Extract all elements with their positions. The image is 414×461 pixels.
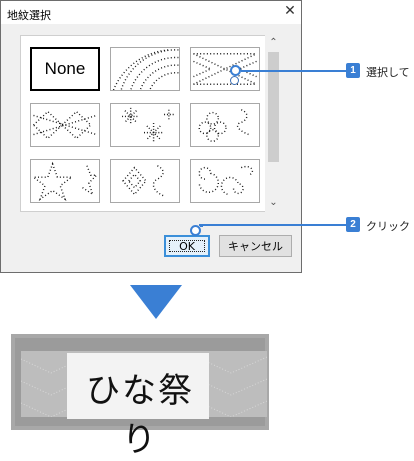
focus-rectangle bbox=[169, 240, 205, 252]
pattern-none[interactable]: None bbox=[30, 47, 100, 91]
scroll-up-icon[interactable]: ⌃ bbox=[267, 37, 280, 49]
cancel-button[interactable]: キャンセル bbox=[219, 235, 292, 257]
callout-1-text: 選択して bbox=[366, 66, 410, 79]
pattern-lattice[interactable] bbox=[110, 159, 180, 203]
ok-button[interactable]: OK bbox=[164, 235, 210, 257]
callout-2-badge: 2 bbox=[346, 217, 360, 232]
result-frame: ひな祭り bbox=[15, 338, 268, 460]
pattern-select-dialog: 地紋選択 ✕ None ⌃ ⌄ OK キャンセル bbox=[0, 0, 302, 273]
pattern-grid: None bbox=[20, 35, 282, 212]
callout-2-text: クリック bbox=[366, 220, 410, 233]
pattern-swirls[interactable] bbox=[190, 159, 260, 203]
down-arrow-icon bbox=[130, 285, 182, 319]
dialog-title: 地紋選択 bbox=[7, 9, 51, 22]
scroll-down-icon[interactable]: ⌄ bbox=[267, 197, 280, 209]
callout-1-badge: 1 bbox=[346, 63, 360, 78]
scroll-thumb[interactable] bbox=[268, 52, 279, 162]
close-icon[interactable]: ✕ bbox=[282, 3, 298, 19]
cancel-button-label: キャンセル bbox=[228, 240, 283, 253]
pattern-stars[interactable] bbox=[30, 159, 100, 203]
callout-1-dot bbox=[230, 65, 241, 76]
selection-marker bbox=[230, 76, 239, 85]
callout-1-line bbox=[241, 70, 346, 72]
result-preview: ひな祭り bbox=[11, 334, 269, 460]
callout-2-connector bbox=[200, 226, 203, 227]
result-text: ひな祭り bbox=[86, 371, 194, 460]
callout-2-line bbox=[199, 224, 346, 226]
pattern-snowflakes[interactable] bbox=[110, 103, 180, 147]
pattern-diamonds[interactable] bbox=[30, 103, 100, 147]
pattern-none-label: None bbox=[44, 59, 86, 78]
pattern-arcs[interactable] bbox=[110, 47, 180, 91]
pattern-flowers[interactable] bbox=[190, 103, 260, 147]
pattern-zigzag[interactable] bbox=[190, 47, 260, 91]
scrollbar[interactable]: ⌃ ⌄ bbox=[265, 35, 282, 212]
